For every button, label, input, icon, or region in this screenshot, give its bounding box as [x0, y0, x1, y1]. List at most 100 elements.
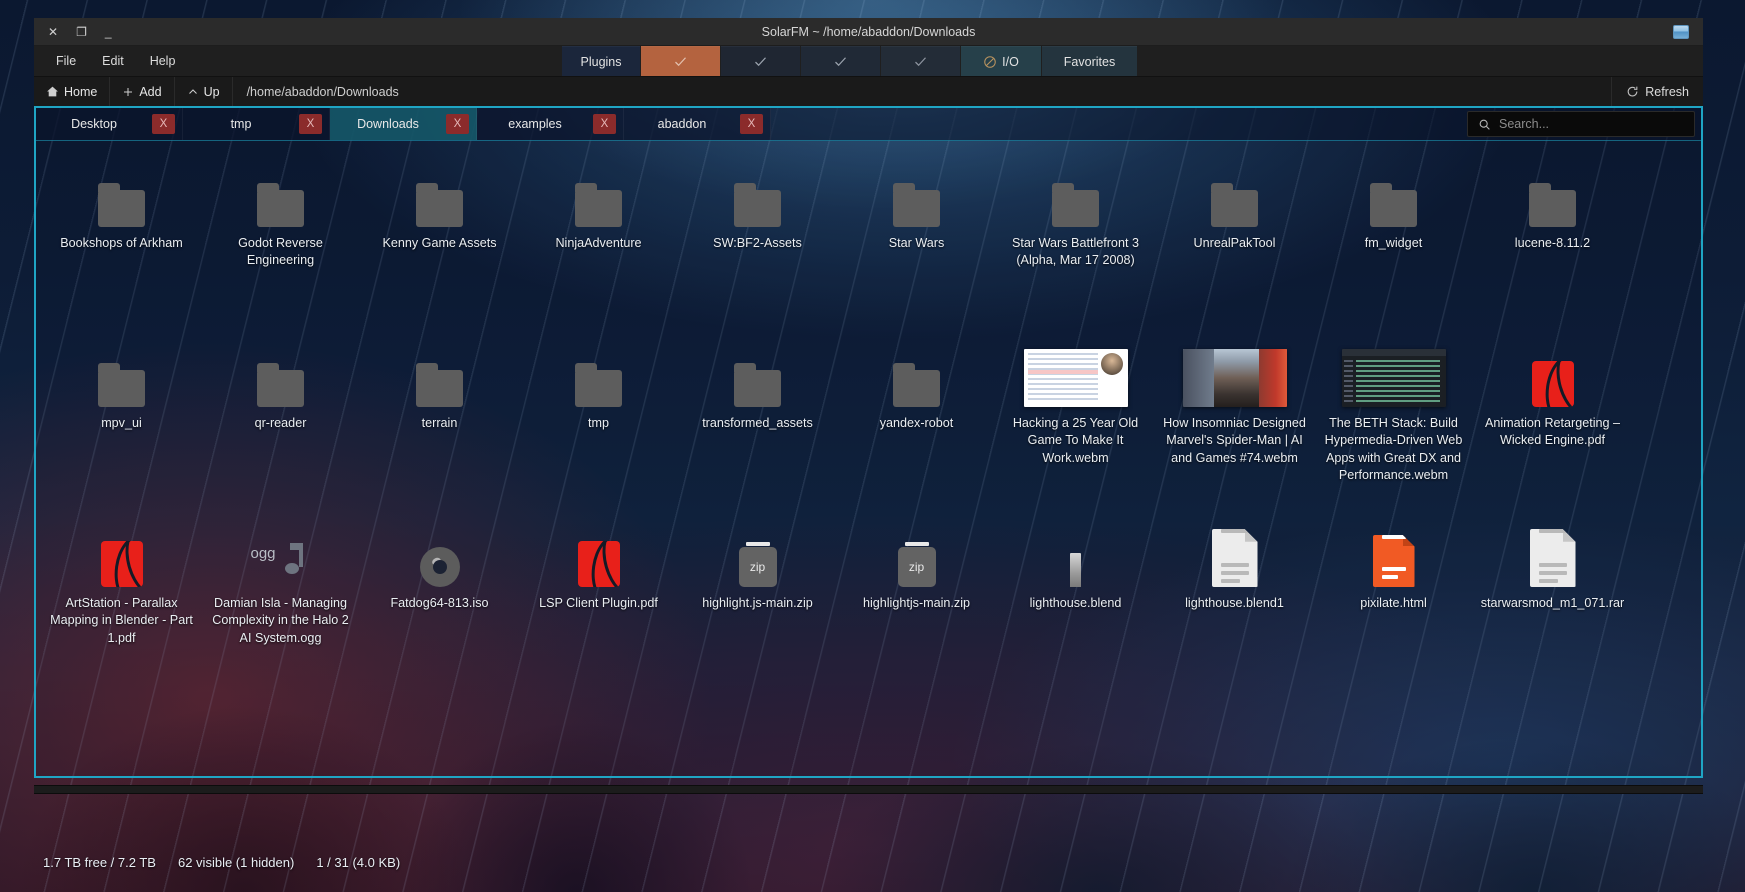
file-label: UnrealPakTool: [1194, 235, 1276, 252]
file-label: SW:BF2-Assets: [713, 235, 802, 252]
file-item-fatdog64-iso[interactable]: Fatdog64-813.iso: [360, 515, 519, 695]
solarfm-window: ✕ ❐ _ SolarFM ~ /home/abaddon/Downloads …: [34, 18, 1703, 778]
zip-icon: zip: [739, 523, 777, 587]
plugin-check-button-2[interactable]: [721, 46, 800, 76]
tab-label: Desktop: [36, 117, 152, 131]
pdf-icon: [101, 523, 143, 587]
tab-downloads[interactable]: Downloads X: [330, 108, 477, 140]
maximize-icon[interactable]: ❐: [76, 26, 87, 38]
file-item-highlightjs-main-zip-1[interactable]: zip highlight.js-main.zip: [678, 515, 837, 695]
plugin-check-button-1[interactable]: [641, 46, 720, 76]
tab-close-icon[interactable]: X: [152, 114, 175, 134]
document-icon: [1212, 523, 1258, 587]
window-title: SolarFM ~ /home/abaddon/Downloads: [34, 25, 1703, 39]
status-disk-usage: 1.7 TB free / 7.2 TB: [43, 855, 156, 870]
file-label: ArtStation - Parallax Mapping in Blender…: [48, 595, 195, 647]
file-label: pixilate.html: [1360, 595, 1427, 612]
file-item-lighthouse-blend1[interactable]: lighthouse.blend1: [1155, 515, 1314, 695]
audio-icon: ogg: [251, 523, 311, 587]
menu-file[interactable]: File: [46, 50, 86, 72]
folder-icon: [1211, 163, 1258, 227]
folder-icon: [893, 163, 940, 227]
file-item-unrealpaktool[interactable]: UnrealPakTool: [1155, 155, 1314, 335]
file-label: fm_widget: [1365, 235, 1422, 252]
file-item-mpv-ui[interactable]: mpv_ui: [42, 335, 201, 515]
file-item-qr-reader[interactable]: qr-reader: [201, 335, 360, 515]
folder-icon: [98, 163, 145, 227]
video-thumbnail: [1183, 343, 1287, 407]
file-label: NinjaAdventure: [555, 235, 641, 252]
tab-close-icon[interactable]: X: [299, 114, 322, 134]
path-bar: Home Add Up /home/abaddon/Downloads Refr…: [34, 76, 1703, 106]
minimize-icon[interactable]: _: [105, 26, 112, 38]
up-label: Up: [204, 85, 220, 99]
file-label: lucene-8.11.2: [1515, 235, 1590, 252]
status-bar: 1.7 TB free / 7.2 TB 62 visible (1 hidde…: [34, 842, 1703, 882]
file-item-swbf2-assets[interactable]: SW:BF2-Assets: [678, 155, 837, 335]
file-item-bookshops-of-arkham[interactable]: Bookshops of Arkham: [42, 155, 201, 335]
refresh-button[interactable]: Refresh: [1611, 77, 1703, 107]
file-item-star-wars[interactable]: Star Wars: [837, 155, 996, 335]
folder-icon: [257, 343, 304, 407]
file-item-godot-reverse-engineering[interactable]: Godot Reverse Engineering: [201, 155, 360, 335]
file-label: Animation Retargeting – Wicked Engine.pd…: [1479, 415, 1626, 450]
plugin-toolbar: Plugins I/O: [562, 46, 1137, 76]
search-input[interactable]: [1499, 117, 1684, 131]
zip-badge: zip: [739, 547, 777, 587]
file-item-beth-stack[interactable]: The BETH Stack: Build Hypermedia-Driven …: [1314, 335, 1473, 515]
favorites-button[interactable]: Favorites: [1042, 46, 1137, 76]
file-item-artstation-parallax-pdf[interactable]: ArtStation - Parallax Mapping in Blender…: [42, 515, 201, 695]
pdf-icon: [578, 523, 620, 587]
menu-edit[interactable]: Edit: [92, 50, 134, 72]
file-label: LSP Client Plugin.pdf: [539, 595, 658, 612]
refresh-label: Refresh: [1645, 85, 1689, 99]
file-item-damian-isla-ogg[interactable]: ogg Damian Isla - Managing Complexity in…: [201, 515, 360, 695]
file-item-lsp-client-plugin-pdf[interactable]: LSP Client Plugin.pdf: [519, 515, 678, 695]
add-tab-button[interactable]: Add: [110, 77, 174, 107]
tab-abaddon[interactable]: abaddon X: [624, 108, 771, 140]
file-item-pixilate-html[interactable]: pixilate.html: [1314, 515, 1473, 695]
file-item-insomniac-spiderman[interactable]: How Insomniac Designed Marvel's Spider-M…: [1155, 335, 1314, 515]
menu-bar: File Edit Help: [34, 46, 185, 76]
check-icon: [673, 54, 688, 69]
home-button[interactable]: Home: [34, 77, 110, 107]
tab-tmp[interactable]: tmp X: [183, 108, 330, 140]
io-label: I/O: [1002, 55, 1019, 69]
file-item-lighthouse-blend[interactable]: lighthouse.blend: [996, 515, 1155, 695]
tab-close-icon[interactable]: X: [740, 114, 763, 134]
file-item-transformed-assets[interactable]: transformed_assets: [678, 335, 837, 515]
tab-desktop[interactable]: Desktop X: [36, 108, 183, 140]
file-item-kenny-game-assets[interactable]: Kenny Game Assets: [360, 155, 519, 335]
search-box[interactable]: [1467, 111, 1695, 137]
file-item-terrain[interactable]: terrain: [360, 335, 519, 515]
file-item-yandex-robot[interactable]: yandex-robot: [837, 335, 996, 515]
up-button[interactable]: Up: [175, 77, 233, 107]
tab-label: Downloads: [330, 117, 446, 131]
tab-close-icon[interactable]: X: [593, 114, 616, 134]
plugins-button[interactable]: Plugins: [562, 46, 640, 76]
file-item-star-wars-battlefront-3[interactable]: Star Wars Battlefront 3 (Alpha, Mar 17 2…: [996, 155, 1155, 335]
tab-close-icon[interactable]: X: [446, 114, 469, 134]
file-item-lucene[interactable]: lucene-8.11.2: [1473, 155, 1632, 335]
check-icon: [833, 54, 848, 69]
file-item-hacking-25-year-old-game[interactable]: Hacking a 25 Year Old Game To Make It Wo…: [996, 335, 1155, 515]
file-item-tmp[interactable]: tmp: [519, 335, 678, 515]
file-item-animation-retargeting-pdf[interactable]: Animation Retargeting – Wicked Engine.pd…: [1473, 335, 1632, 515]
file-label: terrain: [422, 415, 458, 432]
window-app-icon: [1673, 25, 1689, 39]
file-label: Damian Isla - Managing Complexity in the…: [207, 595, 354, 647]
path-text[interactable]: /home/abaddon/Downloads: [233, 85, 1612, 99]
plugin-check-button-3[interactable]: [801, 46, 880, 76]
plugin-check-button-4[interactable]: [881, 46, 960, 76]
file-label: Godot Reverse Engineering: [207, 235, 354, 270]
menu-help[interactable]: Help: [140, 50, 186, 72]
file-item-starwarsmod-rar[interactable]: starwarsmod_m1_071.rar: [1473, 515, 1632, 695]
file-label: Kenny Game Assets: [382, 235, 496, 252]
file-item-highlightjs-main-zip-2[interactable]: zip highlightjs-main.zip: [837, 515, 996, 695]
close-icon[interactable]: ✕: [48, 26, 58, 38]
file-item-fm-widget[interactable]: fm_widget: [1314, 155, 1473, 335]
io-button[interactable]: I/O: [961, 46, 1041, 76]
file-item-ninjaadventure[interactable]: NinjaAdventure: [519, 155, 678, 335]
home-label: Home: [64, 85, 97, 99]
tab-examples[interactable]: examples X: [477, 108, 624, 140]
